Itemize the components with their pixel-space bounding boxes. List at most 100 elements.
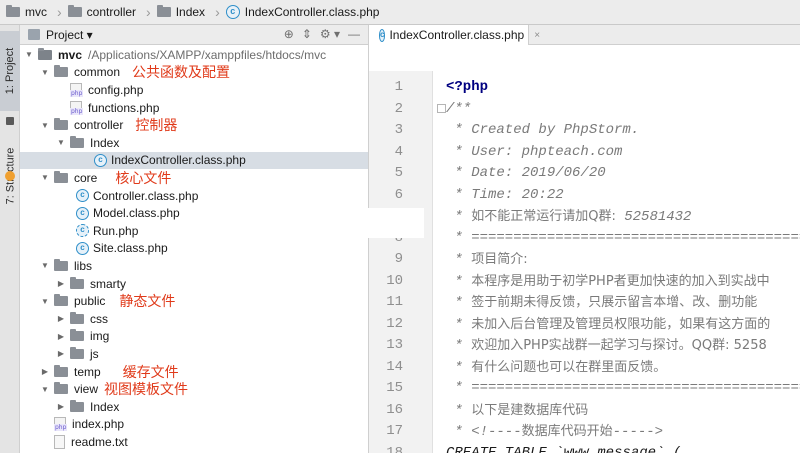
code-line: * Date: 2019/06/20 [446, 165, 606, 181]
tree-item-view-index[interactable]: ▶ Index [20, 398, 368, 416]
tree-item-label: Index [90, 135, 120, 150]
tree-item-css[interactable]: ▶ css [20, 310, 368, 328]
line-number: 9 [394, 251, 403, 267]
tree-item-index-dir[interactable]: ▼ Index [20, 134, 368, 152]
code-line: <?php [446, 79, 489, 95]
settings-icon[interactable]: ⚙ ▾ [320, 27, 340, 41]
breadcrumb-item-mvc[interactable]: mvc [6, 0, 51, 25]
line-number: 14 [386, 358, 403, 375]
collapse-all-icon[interactable]: ⇕ [302, 27, 312, 41]
code-editor[interactable]: 1 2 3 4 5 6 7 8 9 10 11 12 13 14 15 16 1… [368, 71, 800, 453]
chevron-down-icon[interactable]: ▼ [56, 138, 66, 147]
folder-icon [70, 276, 84, 289]
chevron-right-icon[interactable]: ▶ [56, 402, 66, 411]
code-line: /** [446, 100, 472, 117]
tree-item-label: index.php [72, 417, 125, 432]
tree-item-label: config.php [88, 82, 144, 97]
chevron-down-icon[interactable]: ▼ [24, 50, 34, 59]
tree-item-readme[interactable]: readme.txt [20, 433, 368, 451]
code-text: 52581432 [615, 209, 692, 225]
code-line: * Time: 20:22 [446, 186, 564, 203]
chevron-right-icon[interactable]: ▶ [56, 279, 66, 288]
breadcrumb-label: controller [86, 5, 137, 19]
tree-item-controller[interactable]: ▼ controller 控制器 [20, 116, 368, 134]
code-text: 以下是建数据库代码 [471, 402, 589, 418]
tree-item-site-class[interactable]: c Site.class.php [20, 240, 368, 258]
code-line: * <!----数据库代码开始-----> [446, 421, 663, 442]
breadcrumb-label: Index [175, 5, 206, 19]
project-tree: ▼ mvc /Applications/XAMPP/xamppfiles/htd… [20, 46, 368, 453]
annotation-note: 核心文件 [115, 170, 172, 187]
breadcrumb-label: mvc [25, 5, 47, 19]
fold-marker-icon[interactable] [437, 104, 446, 113]
chevron-right-icon[interactable]: ▶ [56, 349, 66, 358]
line-number: 1 [394, 79, 403, 95]
breadcrumb-item-file[interactable]: c IndexController.class.php [225, 0, 384, 25]
breadcrumb-item-index[interactable]: Index [156, 0, 209, 25]
hide-icon[interactable]: — [348, 27, 360, 41]
locate-icon[interactable]: ⊕ [284, 27, 294, 41]
tab-project[interactable]: 1: Project [0, 31, 20, 111]
tree-item-mvc[interactable]: ▼ mvc /Applications/XAMPP/xamppfiles/htd… [20, 46, 368, 64]
line-number: 2 [394, 100, 403, 117]
code-prefix: * [446, 316, 472, 333]
tree-item-smarty[interactable]: ▶ smarty [20, 275, 368, 293]
breadcrumb-separator: › [57, 4, 62, 20]
tree-item-config[interactable]: config.php [20, 81, 368, 99]
tree-item-index-php[interactable]: index.php [20, 416, 368, 434]
project-view-selector[interactable]: Project ▾ [46, 28, 93, 42]
chevron-down-icon[interactable]: ▼ [40, 173, 50, 182]
chevron-down-icon[interactable]: ▼ [40, 121, 50, 130]
tree-item-label: public [74, 294, 106, 309]
tree-item-core[interactable]: ▼ core 核心文件 [20, 169, 368, 187]
breadcrumb-item-controller[interactable]: controller [67, 0, 140, 25]
folder-icon [38, 47, 52, 60]
code-text: 签于前期未得反馈，只展示留言本增、改、删功能 [471, 295, 758, 310]
code-line: CREATE TABLE `www_message` ( [446, 444, 682, 453]
structure-icon [5, 171, 15, 181]
tree-item-label: js [90, 346, 99, 361]
editor-breadcrumb-area [368, 45, 800, 71]
tree-item-functions[interactable]: functions.php [20, 99, 368, 117]
tree-item-temp[interactable]: ▶ temp 缓存文件 [20, 363, 368, 381]
close-icon[interactable]: × [534, 30, 540, 41]
tree-item-img[interactable]: ▶ img [20, 328, 368, 346]
chevron-right-icon[interactable]: ▶ [56, 332, 66, 341]
chevron-down-icon[interactable]: ▼ [40, 261, 50, 270]
code-text: 项目简介: [471, 252, 528, 267]
class-icon: c [379, 28, 386, 42]
folder-icon [54, 294, 68, 307]
tree-item-label: Site.class.php [93, 241, 168, 256]
tree-item-label: css [90, 311, 108, 326]
tree-item-controller-class[interactable]: c Controller.class.php [20, 187, 368, 205]
tree-item-model-class[interactable]: c Model.class.php [20, 204, 368, 222]
chevron-right-icon[interactable]: ▶ [56, 314, 66, 323]
folder-icon [67, 5, 82, 17]
code-line: * 有什么问题也可以在群里面反馈。 [446, 357, 666, 378]
tree-item-common[interactable]: ▼ common 公共函数及配置 [20, 64, 368, 82]
tree-item-view[interactable]: ▼ view 视图模板文件 [20, 380, 368, 398]
chevron-down-icon[interactable]: ▼ [40, 297, 50, 306]
project-panel-header: Project ▾ ⊕ ⇕ ⚙ ▾ — [20, 25, 368, 45]
code-line: * 欢迎加入PHP实战群一起学习与探讨。QQ群: 5258 [446, 335, 766, 356]
tree-item-run[interactable]: c Run.php [20, 222, 368, 240]
chevron-right-icon[interactable]: ▶ [40, 367, 50, 376]
code-prefix: * [446, 273, 472, 290]
code-line: * User: phpteach.com [446, 143, 623, 160]
chevron-down-icon[interactable]: ▼ [40, 385, 50, 394]
php-file-icon [54, 417, 68, 432]
breadcrumb-separator: › [146, 4, 151, 20]
tree-item-libs[interactable]: ▼ libs [20, 257, 368, 275]
project-path: /Applications/XAMPP/xamppfiles/htdocs/mv… [88, 47, 327, 62]
tree-item-js[interactable]: ▶ js [20, 345, 368, 363]
code-line: * 如不能正常运行请加Q群: 52581432 [446, 206, 691, 227]
tree-item-index-controller[interactable]: c IndexController.class.php [20, 151, 368, 170]
code-text: 如不能正常运行请加Q群: [471, 209, 616, 224]
code-line: * ======================================… [446, 380, 800, 396]
tree-item-public[interactable]: ▼ public 静态文件 [20, 292, 368, 310]
code-line: * ======================================… [446, 229, 800, 246]
folder-icon [54, 118, 68, 131]
annotation-note: 公共函数及配置 [132, 65, 231, 82]
editor-tab-index-controller[interactable]: c IndexController.class.php × [369, 25, 540, 45]
chevron-down-icon[interactable]: ▼ [40, 68, 50, 77]
